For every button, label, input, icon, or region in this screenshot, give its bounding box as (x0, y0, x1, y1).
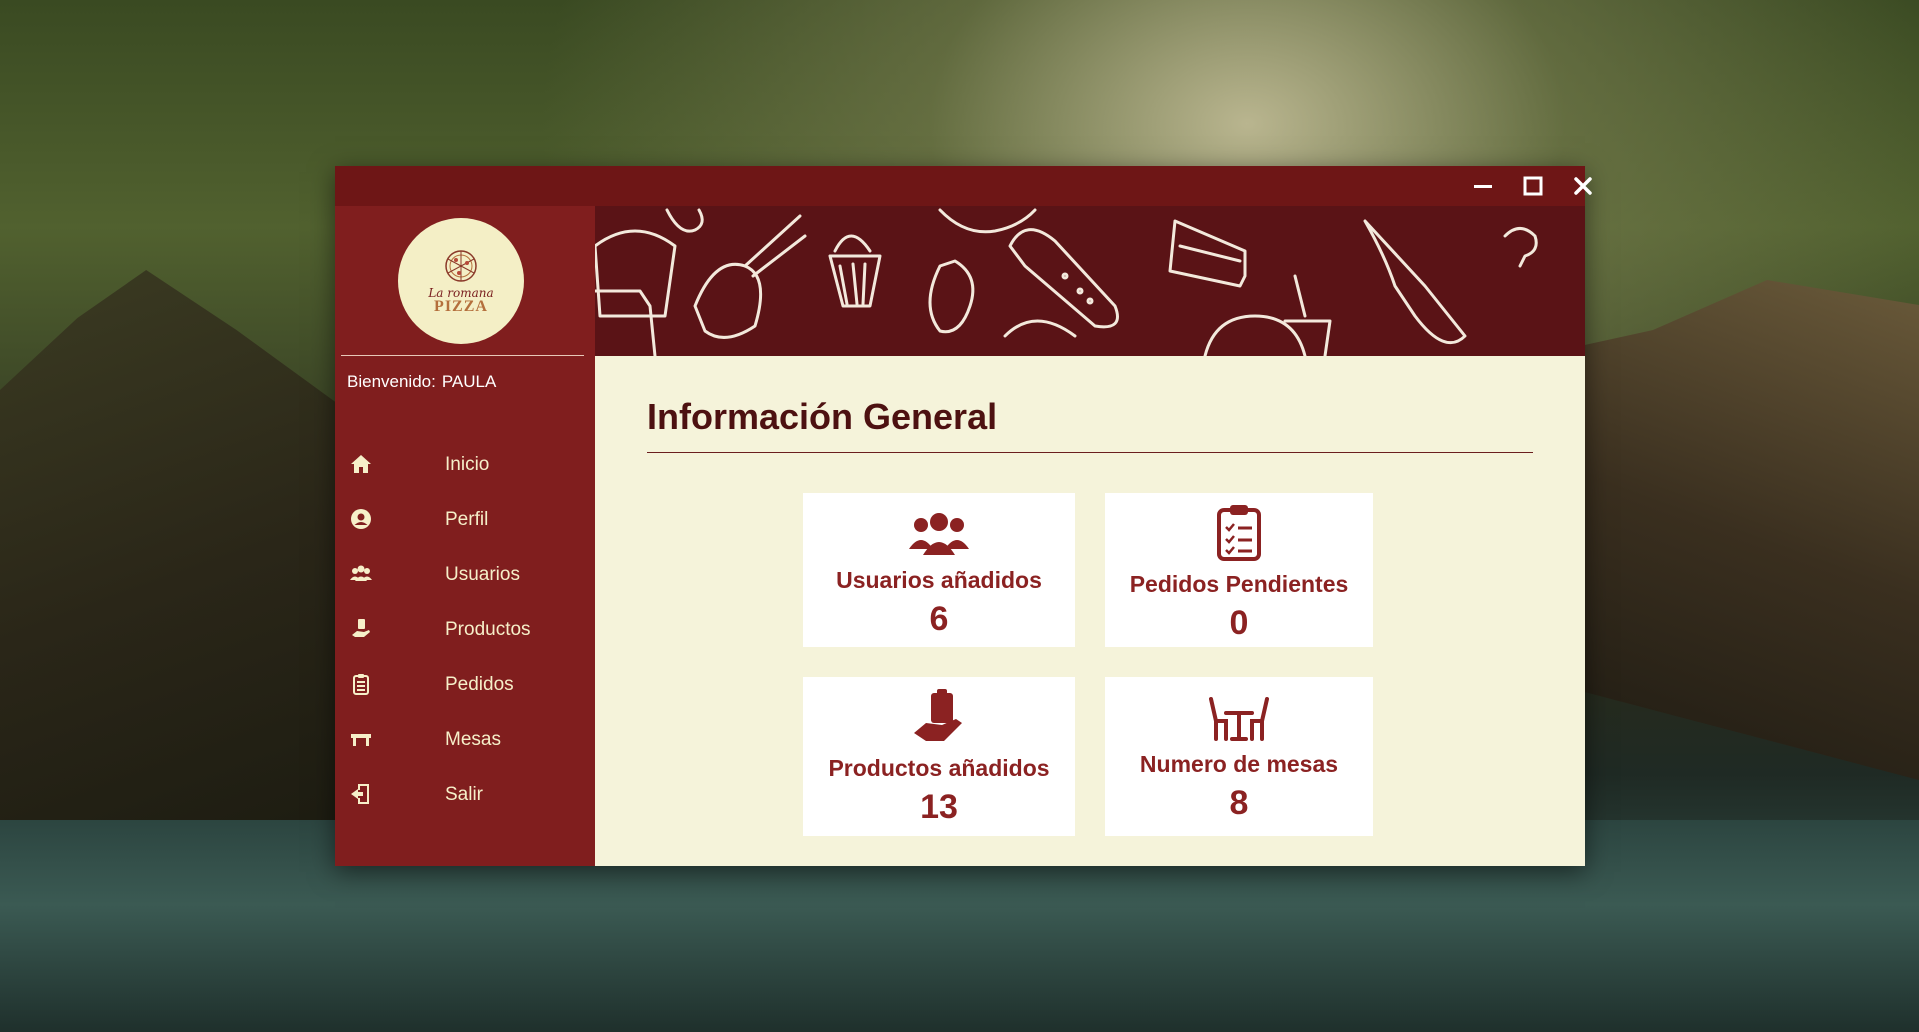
welcome-text: Bienvenido: PAULA (347, 372, 502, 392)
sidebar-item-label: Usuarios (445, 564, 520, 585)
stat-card-pedidos: Pedidos Pendientes 0 (1105, 493, 1373, 647)
clipboard-list-icon (353, 674, 369, 695)
sidebar-item-usuarios[interactable]: Usuarios (335, 552, 595, 596)
sidebar-item-salir[interactable]: Salir (335, 772, 595, 816)
app-window: La romana PIZZA Bienvenido: PAULA Inicio … (335, 166, 1592, 866)
sidebar-item-label: Productos (445, 619, 531, 640)
sidebar-divider (341, 355, 584, 356)
food-doodle-illustration (595, 208, 1538, 356)
pizza-logo: La romana PIZZA (398, 218, 524, 344)
maximize-icon (1523, 176, 1543, 196)
sidebar: La romana PIZZA Bienvenido: PAULA Inicio … (335, 206, 595, 866)
table-chairs-icon (1209, 697, 1269, 741)
sidebar-item-productos[interactable]: Productos (335, 607, 595, 651)
sidebar-item-label: Mesas (445, 729, 501, 750)
hand-holding-box-icon (914, 689, 962, 741)
close-icon (1574, 177, 1592, 195)
main-content: Información General Usuarios añadidos 6 … (595, 356, 1585, 866)
maximize-button[interactable] (1515, 171, 1551, 201)
sidebar-item-label: Inicio (445, 454, 490, 475)
sidebar-item-inicio[interactable]: Inicio (335, 442, 595, 486)
sidebar-item-pedidos[interactable]: Pedidos (335, 662, 595, 706)
user-name: PAULA (441, 372, 497, 391)
logo-word-text: PIZZA (434, 298, 488, 315)
home-icon (351, 455, 371, 473)
sidebar-item-label: Pedidos (445, 674, 514, 695)
sidebar-item-label: Perfil (445, 509, 489, 530)
stat-label: Usuarios añadidos (836, 567, 1042, 593)
user-circle-icon (351, 509, 371, 529)
stat-value: 8 (1229, 784, 1249, 822)
users-icon (350, 565, 372, 581)
exit-door-icon (351, 784, 369, 804)
close-button[interactable] (1565, 171, 1601, 201)
stat-label: Productos añadidos (828, 755, 1050, 781)
sidebar-item-perfil[interactable]: Perfil (335, 497, 595, 541)
page-title: Información General (647, 396, 998, 437)
minimize-icon (1474, 185, 1492, 188)
sidebar-item-mesas[interactable]: Mesas (335, 717, 595, 761)
sidebar-item-label: Salir (445, 784, 484, 805)
hand-product-icon (352, 619, 370, 637)
title-divider (647, 452, 1533, 453)
food-doodle-banner (595, 206, 1585, 356)
stat-card-productos: Productos añadidos 13 (803, 677, 1075, 836)
stat-label: Pedidos Pendientes (1129, 571, 1349, 597)
stat-value: 13 (920, 788, 958, 826)
stat-label: Numero de mesas (1139, 751, 1339, 777)
welcome-label: Bienvenido: (347, 372, 436, 391)
table-icon (351, 734, 371, 746)
stat-value: 6 (929, 600, 949, 638)
users-icon (909, 513, 969, 555)
title-bar[interactable] (335, 166, 1592, 206)
pizza-icon (445, 250, 477, 282)
background-mountain-right (1539, 280, 1919, 780)
stat-card-mesas: Numero de mesas 8 (1105, 677, 1373, 836)
stat-value: 0 (1229, 604, 1249, 642)
minimize-button[interactable] (1465, 171, 1501, 201)
stat-card-usuarios: Usuarios añadidos 6 (803, 493, 1075, 647)
clipboard-check-icon (1217, 505, 1261, 561)
